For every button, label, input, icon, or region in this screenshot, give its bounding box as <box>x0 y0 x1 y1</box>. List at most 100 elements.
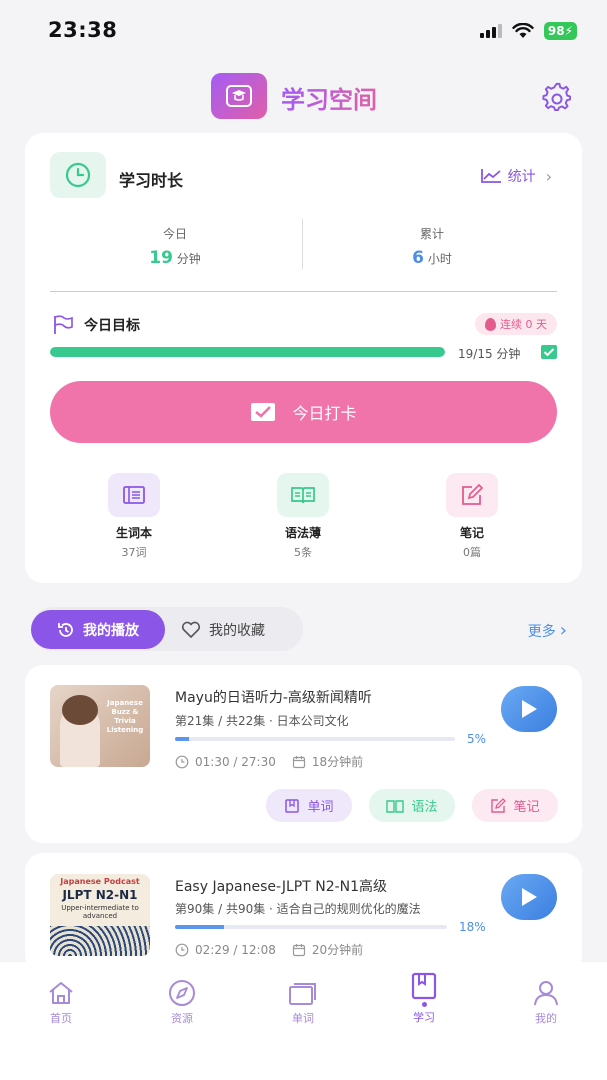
flag-icon <box>54 315 73 334</box>
checkin-label: 今日打卡 <box>292 404 357 423</box>
episode-meta: 第90集 / 共90集 · 适合自己的规则优化的魔法 <box>175 902 421 916</box>
nav-label: 首页 <box>50 1012 72 1025</box>
today-value: 19 <box>149 248 173 268</box>
episode-thumbnail[interactable]: Japanese Buzz & Trivia Listening <box>50 685 150 767</box>
checkbox-icon <box>251 403 276 421</box>
episode-progress-fill <box>175 925 224 929</box>
thumb-hair <box>62 695 98 725</box>
note-edit-icon <box>446 473 498 517</box>
study-time-card: 学习时长 统计 › 今日 19 分钟 累计 6 小时 今日目标 连续 0 天 1… <box>25 133 582 583</box>
chip-vocab[interactable]: 单词 <box>266 789 352 822</box>
chip-label: 笔记 <box>513 800 540 815</box>
episode-progress-track <box>175 737 455 741</box>
nav-label: 单词 <box>292 1012 314 1025</box>
calendar-icon <box>292 943 305 956</box>
line-chart-icon <box>480 169 501 183</box>
open-book-icon <box>386 799 405 813</box>
play-button[interactable] <box>501 686 557 732</box>
episode-progress-fill <box>175 737 189 741</box>
clock-icon <box>175 943 189 956</box>
streak-badge: 连续 0 天 <box>475 313 557 335</box>
goal-progress: 19/15 分钟 <box>50 345 557 361</box>
episode-thumbnail[interactable]: Japanese Podcast JLPT N2-N1 Upper-interm… <box>50 874 150 956</box>
nav-resources[interactable]: 资源 <box>142 978 222 1026</box>
calendar-icon <box>292 755 305 768</box>
daily-goal-row: 今日目标 连续 0 天 <box>50 313 557 337</box>
episode-ago: 18分钟前 <box>311 755 364 769</box>
app-logo <box>211 73 267 119</box>
nav-study[interactable]: 学习 <box>384 972 464 1025</box>
nav-words[interactable]: 单词 <box>263 978 343 1026</box>
page-title: 学习空间 <box>281 80 377 115</box>
tool-grammar-book[interactable]: 语法薄 5条 <box>243 473 363 560</box>
episode-ago: 20分钟前 <box>311 943 364 957</box>
goal-progress-fill <box>50 347 445 357</box>
more-label: 更多 <box>527 623 556 640</box>
settings-button[interactable] <box>541 82 573 114</box>
battery-indicator: 98⚡ <box>543 22 577 40</box>
total-label: 累计 <box>419 227 444 241</box>
episode-card[interactable]: Japanese Buzz & Trivia Listening Mayu的日语… <box>25 665 582 843</box>
tool-name: 语法薄 <box>284 526 321 540</box>
tab-my-favorites[interactable]: 我的收藏 <box>181 610 291 649</box>
tab-my-playback[interactable]: 我的播放 <box>31 610 165 649</box>
flame-icon <box>485 317 496 331</box>
tool-notes[interactable]: 笔记 0篇 <box>412 473 532 560</box>
clock-badge <box>50 152 106 198</box>
stat-divider <box>302 219 303 269</box>
book-icon <box>384 972 464 1002</box>
graduation-cap-icon <box>226 85 252 107</box>
today-label: 今日 <box>162 227 187 241</box>
tool-name: 笔记 <box>459 526 484 540</box>
thumb-caption: Japanese Buzz & Trivia Listening <box>106 699 144 734</box>
section-divider <box>50 291 557 292</box>
active-indicator <box>421 1002 427 1007</box>
signal-icon <box>479 24 502 38</box>
profile-icon <box>506 978 586 1008</box>
page-header: 学习空间 <box>0 70 607 122</box>
tool-count: 0篇 <box>463 546 481 559</box>
stats-link[interactable]: 统计 › <box>480 166 552 186</box>
tool-vocab-book[interactable]: 生词本 37词 <box>74 473 194 560</box>
episode-time: 02:29 / 12:08 <box>195 942 276 957</box>
goal-title: 今日目标 <box>84 318 140 334</box>
check-icon <box>541 345 557 359</box>
clock-icon <box>65 162 91 188</box>
episode-title: Easy Japanese-JLPT N2-N1高级 <box>175 879 388 895</box>
episode-time-row: 02:29 / 12:08 20分钟前 <box>175 941 363 958</box>
playlist-tabs: 我的播放 我的收藏 <box>31 607 303 651</box>
total-value: 6 <box>412 248 424 268</box>
tool-name: 生词本 <box>115 526 152 540</box>
nav-label: 我的 <box>535 1012 557 1025</box>
total-stat: 累计 6 小时 <box>307 225 557 268</box>
total-unit: 小时 <box>427 252 452 266</box>
grammar-book-icon <box>277 473 329 517</box>
thumb-top-text: Japanese Podcast <box>60 877 140 886</box>
tab-label: 我的播放 <box>83 622 139 639</box>
battery-level: 98 <box>547 24 565 38</box>
status-time: 23:38 <box>48 18 118 42</box>
nav-profile[interactable]: 我的 <box>506 978 586 1026</box>
compass-icon <box>142 978 222 1008</box>
more-link[interactable]: 更多 › <box>528 620 567 641</box>
status-indicators: 98⚡ <box>479 22 577 40</box>
chip-grammar[interactable]: 语法 <box>369 789 455 822</box>
thumb-main-text: JLPT N2-N1 <box>62 888 138 902</box>
stats-label: 统计 <box>507 169 536 185</box>
heart-icon <box>181 621 201 638</box>
chip-label: 单词 <box>307 800 334 815</box>
chip-notes[interactable]: 笔记 <box>472 789 558 822</box>
tab-label: 我的收藏 <box>209 622 265 639</box>
checkin-button[interactable]: 今日打卡 <box>50 381 557 443</box>
nav-home[interactable]: 首页 <box>21 978 101 1026</box>
episode-time-row: 01:30 / 27:30 18分钟前 <box>175 753 363 770</box>
episode-card[interactable]: Japanese Podcast JLPT N2-N1 Upper-interm… <box>25 853 582 973</box>
goal-progress-track <box>50 347 445 357</box>
nav-label: 学习 <box>413 1011 435 1024</box>
play-icon <box>522 888 537 906</box>
goal-progress-text: 19/15 分钟 <box>458 347 521 361</box>
tool-count: 37词 <box>121 546 147 559</box>
play-button[interactable] <box>501 874 557 920</box>
cards-icon <box>263 978 343 1008</box>
history-icon <box>58 622 73 637</box>
